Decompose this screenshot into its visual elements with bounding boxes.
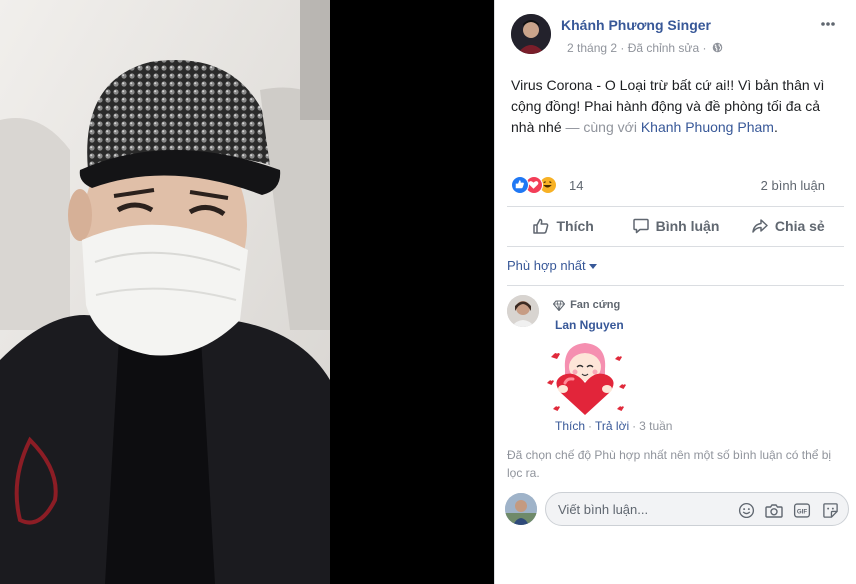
divider: [507, 206, 844, 207]
diamond-icon: [552, 300, 566, 311]
comment-sort-dropdown[interactable]: Phù hợp nhất: [507, 258, 597, 273]
comment-icon: [632, 218, 649, 234]
more-options-button[interactable]: [818, 16, 838, 36]
author-name[interactable]: Khánh Phương Singer: [561, 17, 711, 33]
tagged-user-link[interactable]: Khanh Phuong Pham: [641, 119, 774, 135]
comment-composer: GIF: [505, 490, 849, 528]
comment-input-box[interactable]: GIF: [545, 492, 849, 526]
tag-separator: — cùng với: [565, 119, 637, 135]
comment-actions: Thích · Trả lời · 3 tuần: [555, 419, 672, 433]
commenter-avatar[interactable]: [507, 295, 539, 327]
reaction-count[interactable]: 14: [569, 178, 583, 193]
gif-icon[interactable]: GIF: [792, 500, 812, 520]
comment-label: Bình luận: [655, 218, 720, 234]
comment-button[interactable]: Bình luận: [619, 208, 731, 244]
author-avatar[interactable]: [511, 14, 551, 54]
post-meta: 2 tháng 2 · Đã chỉnh sửa ·: [567, 40, 723, 55]
composer-icons: GIF: [736, 500, 840, 520]
like-reaction-icon: [511, 176, 529, 194]
post-photo[interactable]: [0, 0, 330, 584]
photo-backdrop: [330, 0, 494, 584]
more-horizontal-icon: [821, 22, 835, 26]
reactions-bar: 14 2 bình luận: [511, 176, 841, 196]
fan-badge: Fan cứng: [552, 299, 621, 311]
commenter-name[interactable]: Lan Nguyen: [555, 318, 624, 332]
camera-icon[interactable]: [764, 500, 784, 520]
sort-label: Phù hợp nhất: [507, 258, 586, 273]
dot-separator: ·: [588, 419, 593, 433]
comment-count[interactable]: 2 bình luận: [761, 178, 825, 193]
post-text: Virus Corona - O Loại trừ bất cứ ai!! Vì…: [511, 75, 829, 138]
post-side-panel: Khánh Phương Singer 2 tháng 2 · Đã chỉnh…: [494, 0, 856, 584]
edited-label[interactable]: Đã chỉnh sửa: [628, 41, 699, 55]
current-user-avatar[interactable]: [505, 493, 537, 525]
comment-input[interactable]: [558, 493, 718, 525]
post-date[interactable]: 2 tháng 2: [567, 41, 617, 55]
comment-like-link[interactable]: Thích: [555, 419, 585, 433]
like-button[interactable]: Thích: [507, 208, 619, 244]
dot-separator: ·: [632, 419, 637, 433]
comment-reply-link[interactable]: Trả lời: [595, 419, 629, 433]
globe-icon[interactable]: [712, 42, 723, 53]
heart-girl-sticker[interactable]: [543, 337, 627, 421]
divider: [507, 246, 844, 247]
share-label: Chia sẻ: [774, 218, 825, 234]
comment-time[interactable]: 3 tuần: [639, 419, 672, 433]
meta-separator: ·: [620, 40, 628, 55]
sticker-icon[interactable]: [820, 500, 840, 520]
svg-text:GIF: GIF: [797, 508, 807, 515]
fan-badge-label: Fan cứng: [570, 299, 621, 311]
share-icon: [752, 219, 768, 233]
post-actions: Thích Bình luận Chia sẻ: [507, 208, 844, 244]
comment-item: Fan cứng Lan Nguyen Thích · Trả lời · 3 …: [507, 293, 837, 433]
thumbs-up-icon: [533, 218, 549, 234]
emoji-icon[interactable]: [736, 500, 756, 520]
like-label: Thích: [556, 218, 594, 234]
share-button[interactable]: Chia sẻ: [732, 208, 844, 244]
post-header: Khánh Phương Singer 2 tháng 2 · Đã chỉnh…: [511, 14, 844, 58]
divider: [507, 285, 844, 286]
caret-down-icon: [588, 264, 597, 270]
filter-note: Đã chọn chế độ Phù hợp nhất nên một số b…: [507, 448, 832, 480]
meta-separator: ·: [702, 40, 710, 55]
post-period: .: [773, 119, 778, 135]
